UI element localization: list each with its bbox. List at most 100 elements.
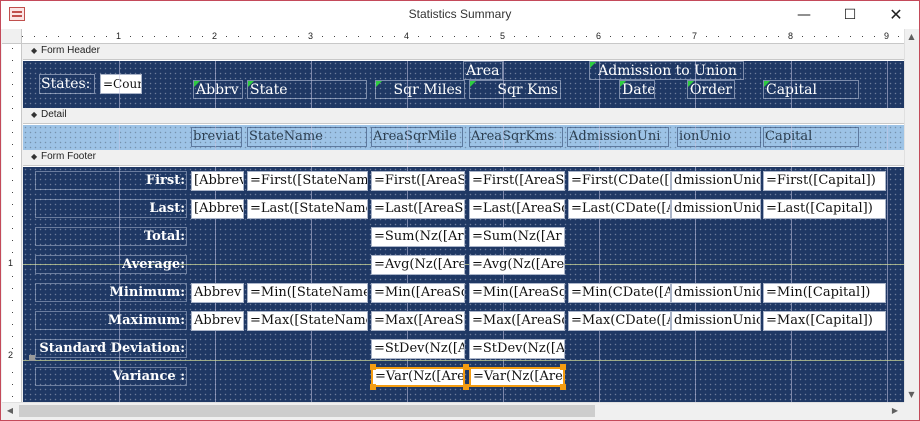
footer-kms-field[interactable]: =Sum(Nz([Ar [469,227,565,247]
detail-area-miles-field[interactable]: AreaSqrMile [371,127,463,147]
footer-kms-field[interactable]: =Min([AreaSq [469,283,565,303]
footer-capital-field[interactable]: =Max([Capital]) [763,311,886,331]
footer-date-field[interactable]: =First(CDate([ [568,171,671,191]
ruler-tick [58,36,59,37]
scroll-up-icon[interactable]: ▲ [904,29,919,44]
selection-handle[interactable] [560,384,566,390]
scroll-right-icon[interactable]: ▶ [887,403,903,419]
detail-admission-field[interactable]: AdmissionUni [567,127,669,147]
footer-abbrev-field[interactable]: Abbrev [191,311,244,331]
selection-handle[interactable] [370,364,376,370]
ruler-number: 7 [692,31,698,41]
footer-kms-field[interactable]: =First([AreaS [469,171,565,191]
header-date-label[interactable]: Date [619,80,655,99]
header-sqr-miles-label[interactable]: Sqr Miles [375,80,465,99]
footer-order-field[interactable]: dmissionUnic [671,199,761,219]
footer-row-label[interactable]: Total: [35,227,187,246]
selection-handle[interactable] [463,384,469,390]
detail-abbrev-field[interactable]: breviat [191,127,242,147]
ruler-tick [562,36,563,37]
ruler-tick [706,36,707,37]
footer-date-field[interactable]: =Min(CDate([A [568,283,671,303]
footer-row-label[interactable]: Last: [35,199,187,218]
ruler-tick [12,84,13,85]
vertical-ruler[interactable]: 12 [2,44,22,402]
selection-handle[interactable] [560,364,566,370]
footer-state-field[interactable]: =First([StateNam [247,171,368,191]
close-button[interactable]: ✕ [873,1,919,29]
footer-row-label[interactable]: Average: [35,255,187,274]
footer-order-field[interactable]: dmissionUnio [671,283,761,303]
ruler-tick [46,36,47,37]
header-abbrev-label[interactable]: Abbrv [193,80,243,99]
footer-miles-field[interactable]: =First([AreaS [371,171,465,191]
footer-abbrev-field[interactable]: [Abbrev [191,199,244,219]
detail-area-kms-field[interactable]: AreaSqrKms [469,127,563,147]
detail-section[interactable]: breviat StateName AreaSqrMile AreaSqrKms… [23,125,904,150]
footer-row-label[interactable]: First: [35,171,187,190]
footer-miles-field[interactable]: =Min([AreaSq [371,283,465,303]
form-header-section[interactable]: States: =Coun Abbrv State Area Sqr Miles… [23,61,904,109]
footer-capital-field[interactable]: =Min([Capital]) [763,283,886,303]
selection-handle[interactable] [370,384,376,390]
ruler-number: 2 [212,31,218,41]
footer-state-field[interactable]: =Min([StateName] [247,283,368,303]
footer-miles-field[interactable]: =Var(Nz([Are [371,367,465,387]
footer-miles-field[interactable]: =Last([AreaS [371,199,465,219]
form-header-bar[interactable]: ◆ Form Header [23,44,904,60]
footer-kms-field[interactable]: =Last([AreaSq [469,199,565,219]
footer-date-field[interactable]: =Last(CDate([A [568,199,671,219]
ruler-tick [12,60,13,61]
footer-row-label[interactable]: Maximum: [35,311,187,330]
footer-order-field[interactable]: dmissionUnio [671,311,761,331]
footer-kms-field[interactable]: =Var(Nz([Are [469,367,565,387]
footer-order-field[interactable]: dmissionUnic [671,171,761,191]
footer-abbrev-field[interactable]: [Abbrev [191,171,244,191]
vertical-scrollbar[interactable] [904,29,919,402]
header-state-label[interactable]: State [247,80,367,99]
footer-row-label[interactable]: Minimum: [35,283,187,302]
ruler-number: 4 [404,31,410,41]
form-footer-bar[interactable]: ◆ Form Footer [23,150,904,166]
horizontal-ruler[interactable]: 1 2 3 4 5 6 7 8 9 [22,29,904,44]
header-capital-label[interactable]: Capital [763,80,859,99]
minimize-button[interactable]: — [781,1,827,29]
maximize-button[interactable]: ☐ [827,1,873,29]
grid-line [599,125,600,150]
footer-state-field[interactable]: =Last([StateName [247,199,368,219]
detail-state-field[interactable]: StateName [247,127,367,147]
footer-miles-field[interactable]: =Avg(Nz([Are [371,255,465,275]
footer-capital-field[interactable]: =Last([Capital]) [763,199,886,219]
design-canvas[interactable]: ◆ Form Header States: =Coun Abbrv State A… [23,44,904,402]
footer-row-label[interactable]: Variance : [35,367,187,386]
scroll-left-icon[interactable]: ◀ [2,403,18,419]
detail-capital-field[interactable]: Capital [763,127,859,147]
footer-kms-field[interactable]: =StDev(Nz([A [469,339,565,359]
footer-miles-field[interactable]: =Sum(Nz([Ar [371,227,465,247]
detail-bar[interactable]: ◆ Detail [23,108,904,124]
ruler-tick [358,36,359,37]
footer-miles-field[interactable]: =StDev(Nz([A [371,339,465,359]
horizontal-scroll-thumb[interactable] [19,405,595,417]
footer-state-field[interactable]: =Max([StateName [247,311,368,331]
form-footer-section[interactable]: First: [Abbrev =First([StateNam =First([Are… [23,167,904,402]
selection-handle[interactable] [463,364,469,370]
footer-miles-field[interactable]: =Max([AreaS [371,311,465,331]
ruler-corner[interactable] [2,29,22,44]
footer-row-label[interactable]: Standard Deviation: [35,339,187,358]
states-label[interactable]: States: [39,74,95,94]
header-area-label[interactable]: Area [463,61,503,80]
detail-admission-order-field[interactable]: ionUnio [677,127,761,147]
footer-kms-field[interactable]: =Max([AreaSq [469,311,565,331]
footer-date-field[interactable]: =Max(CDate([A [568,311,671,331]
count-field[interactable]: =Coun [100,74,142,94]
footer-abbrev-field[interactable]: Abbrev [191,283,244,303]
header-sqr-kms-label[interactable]: Sqr Kms [469,80,561,99]
footer-kms-field[interactable]: =Avg(Nz([Are [469,255,565,275]
move-handle[interactable] [29,355,35,361]
footer-capital-field[interactable]: =First([Capital]) [763,171,886,191]
scroll-down-icon[interactable]: ▼ [904,387,919,402]
ruler-tick [730,36,731,37]
header-admission-label[interactable]: Admission to Union [589,61,744,80]
ruler-number: 3 [308,31,314,41]
